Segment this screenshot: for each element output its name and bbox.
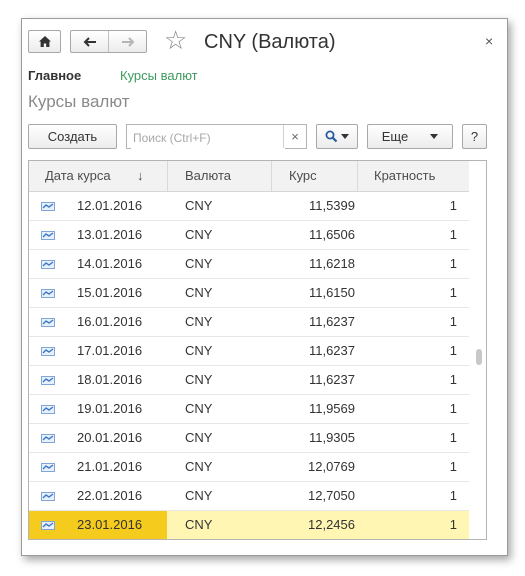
table-row[interactable]: 13.01.2016 CNY 11,6506 1 bbox=[29, 221, 469, 250]
cell-currency: CNY bbox=[185, 285, 213, 300]
currency-rates-table: Дата курса ↓ Валюта Курс Кратность 12.01… bbox=[28, 160, 487, 540]
cell-currency: CNY bbox=[185, 517, 213, 532]
cell-rate: 11,6237 bbox=[308, 372, 355, 387]
rate-record-icon bbox=[41, 308, 57, 336]
table-row[interactable]: 16.01.2016 CNY 11,6237 1 bbox=[29, 308, 469, 337]
cell-rate: 11,6237 bbox=[308, 343, 355, 358]
table-row[interactable]: 20.01.2016 CNY 11,9305 1 bbox=[29, 424, 469, 453]
cell-multiplier: 1 bbox=[449, 401, 457, 416]
vertical-scrollbar[interactable] bbox=[474, 192, 484, 537]
cell-multiplier: 1 bbox=[449, 314, 457, 329]
table-row[interactable]: 21.01.2016 CNY 12,0769 1 bbox=[29, 453, 469, 482]
cell-multiplier: 1 bbox=[449, 227, 457, 242]
cell-rate: 11,9305 bbox=[308, 430, 355, 445]
cell-multiplier: 1 bbox=[449, 430, 457, 445]
table-row[interactable]: 12.01.2016 CNY 11,5399 1 bbox=[29, 192, 469, 221]
cell-currency: CNY bbox=[185, 227, 213, 242]
arrow-right-icon bbox=[121, 36, 134, 47]
tab-currency-rates[interactable]: Курсы валют bbox=[120, 68, 198, 83]
cell-rate: 12,7050 bbox=[308, 488, 355, 503]
table-row[interactable]: 15.01.2016 CNY 11,6150 1 bbox=[29, 279, 469, 308]
table-row[interactable]: 22.01.2016 CNY 12,7050 1 bbox=[29, 482, 469, 511]
cell-rate: 12,2456 bbox=[308, 517, 355, 532]
table-row[interactable]: 23.01.2016 CNY 12,2456 1 bbox=[29, 511, 469, 539]
clear-search-icon[interactable]: × bbox=[283, 125, 306, 148]
cell-multiplier: 1 bbox=[449, 256, 457, 271]
cell-currency: CNY bbox=[185, 343, 213, 358]
column-header-date[interactable]: Дата курса bbox=[45, 161, 111, 191]
cell-multiplier: 1 bbox=[449, 372, 457, 387]
more-button[interactable]: Еще bbox=[367, 124, 453, 149]
rate-record-icon bbox=[41, 453, 57, 481]
close-icon[interactable]: × bbox=[485, 33, 493, 49]
cell-multiplier: 1 bbox=[449, 198, 457, 213]
rate-record-icon bbox=[41, 221, 57, 249]
cell-multiplier: 1 bbox=[449, 285, 457, 300]
cell-currency: CNY bbox=[185, 372, 213, 387]
rate-record-icon bbox=[41, 424, 57, 452]
table-row[interactable]: 17.01.2016 CNY 11,6237 1 bbox=[29, 337, 469, 366]
home-button[interactable] bbox=[28, 30, 61, 53]
cell-rate: 11,6218 bbox=[308, 256, 355, 271]
magnifier-icon bbox=[325, 130, 338, 143]
arrow-left-icon bbox=[83, 36, 96, 47]
column-header-multiplier[interactable]: Кратность bbox=[374, 161, 435, 191]
dropdown-triangle-icon bbox=[430, 133, 439, 139]
cell-currency: CNY bbox=[185, 459, 213, 474]
cell-rate: 11,6237 bbox=[308, 314, 355, 329]
rate-record-icon bbox=[41, 337, 57, 365]
column-header-rate[interactable]: Курс bbox=[289, 161, 317, 191]
star-icon[interactable]: ☆ bbox=[164, 27, 187, 53]
forward-button[interactable] bbox=[108, 31, 146, 52]
cell-rate: 11,6506 bbox=[308, 227, 355, 242]
tab-main[interactable]: Главное bbox=[28, 68, 81, 83]
create-button[interactable]: Создать bbox=[28, 124, 117, 149]
window-title: CNY (Валюта) bbox=[204, 31, 336, 53]
more-label: Еще bbox=[381, 129, 409, 144]
cell-rate: 11,9569 bbox=[308, 401, 355, 416]
help-button[interactable]: ? bbox=[462, 124, 487, 149]
cell-rate: 11,6150 bbox=[308, 285, 355, 300]
cell-currency: CNY bbox=[185, 401, 213, 416]
rate-record-icon bbox=[41, 482, 57, 510]
table-row[interactable]: 14.01.2016 CNY 11,6218 1 bbox=[29, 250, 469, 279]
scrollbar-thumb[interactable] bbox=[476, 349, 482, 365]
cell-multiplier: 1 bbox=[449, 343, 457, 358]
cell-currency: CNY bbox=[185, 488, 213, 503]
dropdown-triangle-icon bbox=[341, 133, 349, 139]
search-field: × bbox=[126, 124, 307, 149]
rate-record-icon bbox=[41, 395, 57, 423]
cell-currency: CNY bbox=[185, 314, 213, 329]
cell-rate: 11,5399 bbox=[308, 198, 355, 213]
column-header-currency[interactable]: Валюта bbox=[185, 161, 231, 191]
cell-rate: 12,0769 bbox=[308, 459, 355, 474]
table-row[interactable]: 19.01.2016 CNY 11,9569 1 bbox=[29, 395, 469, 424]
cell-currency: CNY bbox=[185, 198, 213, 213]
section-title: Курсы валют bbox=[28, 92, 130, 111]
rate-record-icon bbox=[41, 366, 57, 394]
table-row[interactable]: 18.01.2016 CNY 11,6237 1 bbox=[29, 366, 469, 395]
search-input[interactable] bbox=[131, 126, 285, 149]
rate-record-icon bbox=[41, 511, 57, 539]
cell-currency: CNY bbox=[185, 430, 213, 445]
back-button[interactable] bbox=[71, 31, 108, 52]
table-header: Дата курса ↓ Валюта Курс Кратность bbox=[29, 161, 469, 192]
cell-multiplier: 1 bbox=[449, 488, 457, 503]
navigation-buttons bbox=[70, 30, 147, 53]
sort-arrow-icon[interactable]: ↓ bbox=[137, 161, 144, 191]
rate-record-icon bbox=[41, 192, 57, 220]
home-icon bbox=[38, 36, 51, 47]
currency-window: ☆ CNY (Валюта) × Главное Курсы валют Кур… bbox=[21, 18, 508, 556]
find-button[interactable] bbox=[316, 124, 358, 149]
cell-multiplier: 1 bbox=[449, 517, 457, 532]
rate-record-icon bbox=[41, 250, 57, 278]
rate-record-icon bbox=[41, 279, 57, 307]
cell-currency: CNY bbox=[185, 256, 213, 271]
cell-multiplier: 1 bbox=[449, 459, 457, 474]
table-body: 12.01.2016 CNY 11,5399 1 13.01.2016 CNY 11,650… bbox=[29, 192, 469, 539]
